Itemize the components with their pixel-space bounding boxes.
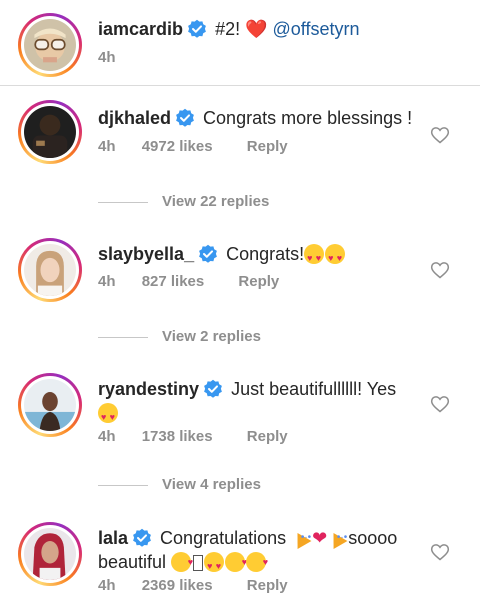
avatar[interactable] [18, 373, 82, 437]
party-popper-emoji-icon [291, 526, 311, 550]
post-caption: iamcardib #2! ❤️ @offsetyrn 4h [0, 0, 480, 86]
avatar[interactable] [18, 522, 82, 586]
party-popper-emoji-icon [327, 526, 347, 550]
replies-divider [98, 201, 148, 203]
likes-count[interactable]: 4972 likes [142, 138, 213, 156]
verified-badge-icon [199, 244, 217, 263]
avatar-photo [24, 106, 76, 158]
unknown-glyph-icon [193, 555, 204, 571]
reply-button[interactable]: Reply [247, 428, 288, 446]
comment-item: lala Congratulations ❤ soooo beautiful 4h … [0, 505, 480, 613]
verified-badge-icon [176, 108, 194, 127]
avatar-photo [24, 379, 76, 431]
kiss-emoji-icon [225, 550, 247, 574]
username[interactable]: iamcardib [98, 19, 183, 39]
comment-item: slaybyella_ Congrats! 4h 827 likes Reply… [0, 221, 480, 351]
caption-meta: 4h [98, 49, 116, 67]
timestamp[interactable]: 4h [98, 49, 116, 67]
comment-meta: 4h 1738 likes Reply [98, 428, 288, 446]
verified-badge-icon [133, 528, 151, 547]
comment-text: soooo [348, 528, 398, 548]
timestamp[interactable]: 4h [98, 577, 116, 595]
avatar[interactable] [18, 238, 82, 302]
comment-meta: 4h 827 likes Reply [98, 273, 279, 291]
timestamp[interactable]: 4h [98, 428, 116, 446]
username[interactable]: lala [98, 528, 128, 548]
reply-button[interactable]: Reply [247, 577, 288, 595]
kiss-emoji-icon [246, 550, 268, 574]
username[interactable]: djkhaled [98, 108, 171, 128]
reply-button[interactable]: Reply [247, 138, 288, 156]
view-replies-button[interactable]: View 4 replies [98, 475, 261, 495]
caption-text: #2! ❤️ [215, 19, 268, 39]
heart-eyes-emoji-icon [204, 552, 225, 578]
comment-text: Just beautifullllll! Yes [231, 379, 397, 399]
red-heart-emoji-icon: ❤ [312, 528, 328, 548]
replies-divider [98, 336, 148, 338]
avatar-photo [24, 244, 76, 296]
view-replies-button[interactable]: View 2 replies [98, 327, 261, 347]
comment-meta: 4h 2369 likes Reply [98, 577, 288, 595]
username[interactable]: slaybyella_ [98, 244, 194, 264]
kiss-emoji-icon [171, 550, 193, 574]
timestamp[interactable]: 4h [98, 273, 116, 291]
reply-button[interactable]: Reply [238, 273, 279, 291]
avatar[interactable] [18, 100, 82, 164]
comment-text: Congrats! [226, 244, 305, 264]
likes-count[interactable]: 2369 likes [142, 577, 213, 595]
heart-eyes-emoji-icon [325, 244, 346, 270]
username[interactable]: ryandestiny [98, 379, 199, 399]
avatar-photo [24, 19, 76, 71]
comment-text: Congrats more blessings ! [203, 108, 413, 128]
heart-eyes-emoji-icon [304, 244, 325, 270]
avatar[interactable] [18, 13, 82, 77]
comment-text: Congratulations [160, 528, 287, 548]
heart-icon[interactable] [430, 542, 450, 562]
heart-icon[interactable] [430, 260, 450, 280]
heart-eyes-emoji-icon [98, 403, 118, 429]
view-replies-button[interactable]: View 22 replies [98, 192, 269, 212]
comment-meta: 4h 4972 likes Reply [98, 138, 288, 156]
verified-badge-icon [204, 379, 222, 398]
comment-item: ryandestiny Just beautifullllll! Yes 4h … [0, 356, 480, 496]
comment-text: beautiful [98, 552, 167, 572]
replies-divider [98, 484, 148, 486]
likes-count[interactable]: 827 likes [142, 273, 205, 291]
likes-count[interactable]: 1738 likes [142, 428, 213, 446]
heart-icon[interactable] [430, 394, 450, 414]
comment-item: djkhaled Congrats more blessings ! 4h 49… [0, 86, 480, 216]
mention-link[interactable]: @offsetyrn [273, 19, 360, 39]
avatar-photo [24, 528, 76, 580]
timestamp[interactable]: 4h [98, 138, 116, 156]
verified-badge-icon [188, 19, 206, 38]
heart-icon[interactable] [430, 125, 450, 145]
